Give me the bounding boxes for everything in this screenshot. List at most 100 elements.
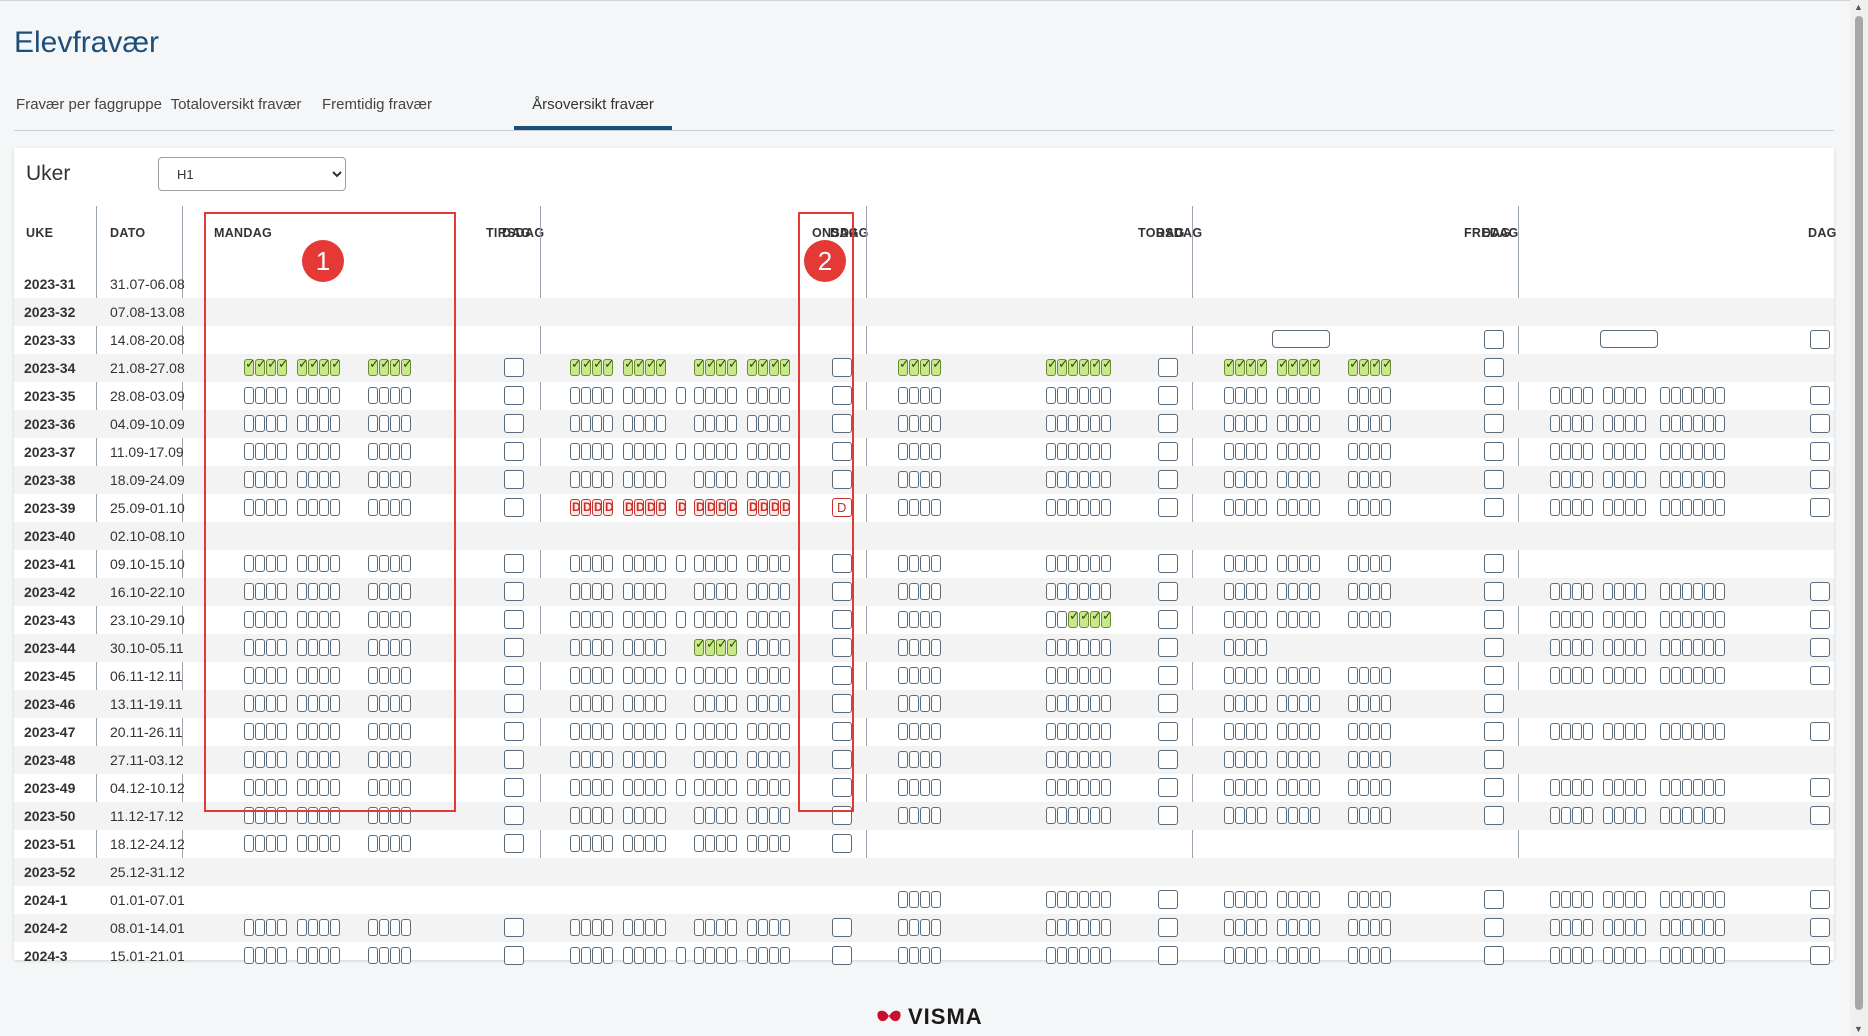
period-checkbox-mon[interactable] <box>297 835 307 852</box>
period-checkbox-mon[interactable] <box>330 919 340 936</box>
period-checkbox-fri[interactable] <box>1704 667 1714 684</box>
period-checkbox-thu[interactable] <box>1224 751 1234 768</box>
period-checkbox-thu[interactable] <box>1381 723 1391 740</box>
period-checkbox-tue[interactable] <box>623 356 635 376</box>
period-checkbox-fri[interactable] <box>1660 807 1670 824</box>
period-checkbox-fri[interactable] <box>1693 443 1703 460</box>
period-checkbox-wed[interactable] <box>909 499 919 516</box>
period-checkbox-thu[interactable] <box>1359 415 1369 432</box>
period-checkbox-thu[interactable] <box>1310 947 1320 964</box>
period-checkbox-mon[interactable] <box>277 919 287 936</box>
period-checkbox-tue[interactable] <box>623 583 633 600</box>
period-checkbox-thu[interactable] <box>1359 779 1369 796</box>
period-checkbox-tue[interactable] <box>758 807 768 824</box>
period-checkbox-tue[interactable] <box>634 667 644 684</box>
period-checkbox-thu[interactable] <box>1348 667 1358 684</box>
period-checkbox-fri[interactable] <box>1693 415 1703 432</box>
period-checkbox-thu[interactable] <box>1381 415 1391 432</box>
period-checkbox-fri[interactable] <box>1660 611 1670 628</box>
period-checkbox-tue[interactable] <box>758 639 768 656</box>
period-checkbox-wed[interactable] <box>1101 499 1111 516</box>
period-checkbox-fri[interactable] <box>1715 667 1725 684</box>
period-checkbox-fri[interactable] <box>1625 807 1635 824</box>
period-checkbox-wed[interactable] <box>1101 356 1113 376</box>
period-checkbox-fri[interactable] <box>1704 947 1714 964</box>
period-checkbox-tue[interactable] <box>747 919 757 936</box>
period-checkbox-tue[interactable] <box>656 415 666 432</box>
period-checkbox-wed[interactable] <box>1046 611 1056 628</box>
period-checkbox-fri[interactable] <box>1561 891 1571 908</box>
period-checkbox-fri[interactable] <box>1561 919 1571 936</box>
period-checkbox-wed[interactable] <box>931 415 941 432</box>
period-checkbox-tue[interactable] <box>581 356 593 376</box>
period-checkbox-thu[interactable] <box>1246 415 1256 432</box>
day-checkbox-wed[interactable] <box>1158 890 1178 909</box>
period-checkbox-wed[interactable] <box>1101 443 1111 460</box>
period-checkbox-tue[interactable] <box>747 471 757 488</box>
period-checkbox-wed[interactable] <box>1046 723 1056 740</box>
day-checkbox-mon[interactable] <box>504 498 524 517</box>
period-checkbox-wed[interactable] <box>1101 751 1111 768</box>
period-checkbox-tue[interactable] <box>645 779 655 796</box>
period-checkbox-fri[interactable] <box>1561 387 1571 404</box>
period-checkbox-wed[interactable] <box>1046 471 1056 488</box>
period-checkbox-mon[interactable] <box>401 835 411 852</box>
period-checkbox-tue[interactable] <box>603 751 613 768</box>
day-checkbox-thu[interactable] <box>1484 442 1504 461</box>
day-checkbox-fri[interactable] <box>1810 946 1830 965</box>
period-checkbox-tue[interactable] <box>592 499 603 516</box>
period-checkbox-tue[interactable] <box>676 779 686 796</box>
period-checkbox-fri[interactable] <box>1660 779 1670 796</box>
period-checkbox-fri[interactable] <box>1572 891 1582 908</box>
period-checkbox-tue[interactable] <box>656 555 666 572</box>
period-checkbox-thu[interactable] <box>1257 499 1267 516</box>
period-checkbox-wed[interactable] <box>1101 608 1113 628</box>
period-checkbox-fri[interactable] <box>1561 583 1571 600</box>
period-checkbox-mon[interactable] <box>319 835 329 852</box>
period-checkbox-thu[interactable] <box>1257 639 1267 656</box>
day-checkbox-mon[interactable] <box>504 638 524 657</box>
period-checkbox-thu[interactable] <box>1348 611 1358 628</box>
period-checkbox-tue[interactable] <box>581 723 591 740</box>
period-checkbox-tue[interactable] <box>623 443 633 460</box>
day-checkbox-mon[interactable] <box>504 470 524 489</box>
period-checkbox-fri[interactable] <box>1704 387 1714 404</box>
period-checkbox-wed[interactable] <box>1057 807 1067 824</box>
period-checkbox-wed[interactable] <box>931 779 941 796</box>
period-checkbox-tue[interactable] <box>758 835 768 852</box>
period-checkbox-fri[interactable] <box>1625 947 1635 964</box>
period-checkbox-thu[interactable] <box>1246 583 1256 600</box>
period-checkbox-tue[interactable] <box>747 695 757 712</box>
period-checkbox-thu[interactable] <box>1299 919 1309 936</box>
day-checkbox-mon[interactable] <box>504 358 524 377</box>
period-checkbox-tue[interactable] <box>656 499 667 516</box>
period-checkbox-thu[interactable] <box>1299 611 1309 628</box>
day-checkbox-mon[interactable] <box>504 666 524 685</box>
period-checkbox-thu[interactable] <box>1288 499 1298 516</box>
period-checkbox-wed[interactable] <box>931 751 941 768</box>
period-checkbox-mon[interactable] <box>308 835 318 852</box>
period-checkbox-wed[interactable] <box>931 387 941 404</box>
period-checkbox-thu[interactable] <box>1370 356 1382 376</box>
period-checkbox-fri[interactable] <box>1625 387 1635 404</box>
period-checkbox-fri[interactable] <box>1682 919 1692 936</box>
day-checkbox-mon[interactable] <box>504 610 524 629</box>
period-checkbox-thu[interactable] <box>1235 356 1247 376</box>
period-checkbox-tue[interactable] <box>758 555 768 572</box>
period-checkbox-tue[interactable] <box>769 356 781 376</box>
period-checkbox-fri[interactable] <box>1561 639 1571 656</box>
period-checkbox-fri[interactable] <box>1625 723 1635 740</box>
period-checkbox-fri[interactable] <box>1603 667 1613 684</box>
period-checkbox-thu[interactable] <box>1348 779 1358 796</box>
period-checkbox-thu[interactable] <box>1288 471 1298 488</box>
period-checkbox-tue[interactable] <box>656 695 666 712</box>
period-checkbox-wed[interactable] <box>1090 751 1100 768</box>
period-checkbox-thu[interactable] <box>1310 723 1320 740</box>
period-checkbox-mon[interactable] <box>297 919 307 936</box>
scroll-up-arrow-icon[interactable]: ▲ <box>1854 2 1863 12</box>
period-checkbox-tue[interactable] <box>570 947 580 964</box>
period-checkbox-fri[interactable] <box>1583 919 1593 936</box>
period-checkbox-thu[interactable] <box>1370 471 1380 488</box>
period-checkbox-fri[interactable] <box>1583 947 1593 964</box>
period-checkbox-fri[interactable] <box>1693 807 1703 824</box>
